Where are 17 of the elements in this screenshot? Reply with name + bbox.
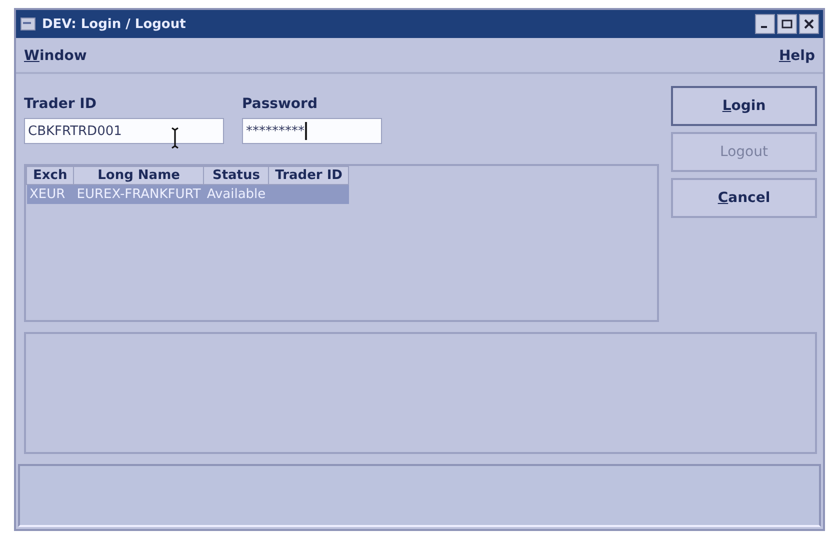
field-label: Trader ID xyxy=(24,95,98,112)
close-icon[interactable] xyxy=(799,14,819,34)
column-header[interactable]: Status xyxy=(204,166,269,184)
column-header[interactable]: Exch xyxy=(26,166,74,184)
window-title: DEV: Login / Logout xyxy=(42,16,187,32)
field-label: Password xyxy=(242,95,318,112)
maximize-icon[interactable] xyxy=(777,14,797,34)
dialog-button[interactable]: Cancel xyxy=(671,178,817,218)
password-field[interactable]: ********* xyxy=(242,118,382,144)
minimize-icon[interactable] xyxy=(755,14,775,34)
menu-item[interactable]: Help xyxy=(776,46,817,66)
menu-item[interactable]: Window xyxy=(22,46,89,66)
dialog-button[interactable]: Login xyxy=(671,86,817,126)
column-header[interactable]: Long Name xyxy=(74,166,204,184)
column-header[interactable]: Trader ID xyxy=(268,166,349,184)
window-icon xyxy=(20,16,36,32)
table-cell[interactable] xyxy=(268,184,349,204)
